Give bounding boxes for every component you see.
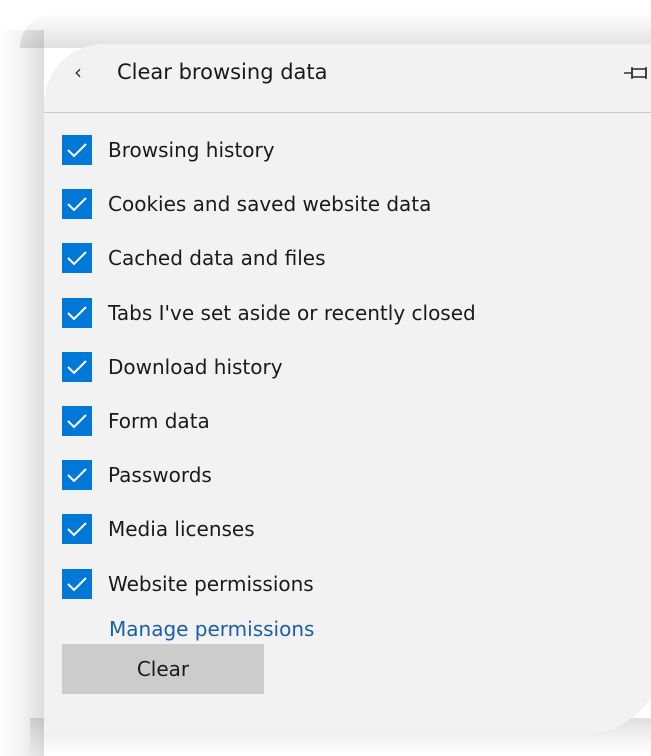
- checkmark-icon: [67, 197, 87, 212]
- checkbox[interactable]: [62, 352, 92, 382]
- checkbox[interactable]: [62, 298, 92, 328]
- checkmark-icon: [67, 577, 87, 592]
- panel-title: Clear browsing data: [117, 60, 328, 84]
- option-row[interactable]: Website permissions: [62, 568, 314, 600]
- option-label: Download history: [108, 355, 283, 379]
- chevron-left-icon[interactable]: ‹: [74, 60, 94, 84]
- pin-icon[interactable]: [622, 62, 650, 84]
- checkbox[interactable]: [62, 243, 92, 273]
- option-label: Passwords: [108, 463, 212, 487]
- option-label: Cached data and files: [108, 246, 326, 270]
- checkbox[interactable]: [62, 406, 92, 436]
- option-row[interactable]: Download history: [62, 351, 283, 383]
- option-label: Tabs I've set aside or recently closed: [108, 301, 476, 325]
- option-row[interactable]: Browsing history: [62, 134, 275, 166]
- checkbox[interactable]: [62, 514, 92, 544]
- option-label: Media licenses: [108, 517, 255, 541]
- checkmark-icon: [67, 468, 87, 483]
- screenshot-stage: ‹ Clear browsing data Browsing history Co…: [0, 0, 651, 756]
- option-row[interactable]: Cookies and saved website data: [62, 188, 431, 220]
- checkmark-icon: [67, 414, 87, 429]
- option-label: Website permissions: [108, 572, 314, 596]
- panel-shadow-top: [20, 12, 651, 48]
- option-row[interactable]: Passwords: [62, 459, 212, 491]
- clear-browsing-data-panel: ‹ Clear browsing data Browsing history Co…: [44, 44, 651, 734]
- option-label: Form data: [108, 409, 210, 433]
- checkmark-icon: [67, 360, 87, 375]
- panel-header: ‹ Clear browsing data: [44, 44, 651, 114]
- checkmark-icon: [67, 306, 87, 321]
- checkmark-icon: [67, 251, 87, 266]
- clear-button[interactable]: Clear: [62, 644, 264, 694]
- checkbox[interactable]: [62, 135, 92, 165]
- option-label: Browsing history: [108, 138, 275, 162]
- option-row[interactable]: Cached data and files: [62, 242, 326, 274]
- option-label: Cookies and saved website data: [108, 192, 432, 216]
- checkbox[interactable]: [62, 460, 92, 490]
- option-row[interactable]: Tabs I've set aside or recently closed: [62, 297, 476, 329]
- checkmark-icon: [67, 522, 87, 537]
- checkmark-icon: [67, 143, 87, 158]
- checkbox[interactable]: [62, 189, 92, 219]
- option-row[interactable]: Form data: [62, 405, 210, 437]
- checkbox[interactable]: [62, 569, 92, 599]
- header-divider: [44, 112, 651, 113]
- option-row[interactable]: Media licenses: [62, 513, 255, 545]
- panel-shadow-left: [0, 30, 44, 756]
- manage-permissions-link[interactable]: Manage permissions: [109, 617, 314, 641]
